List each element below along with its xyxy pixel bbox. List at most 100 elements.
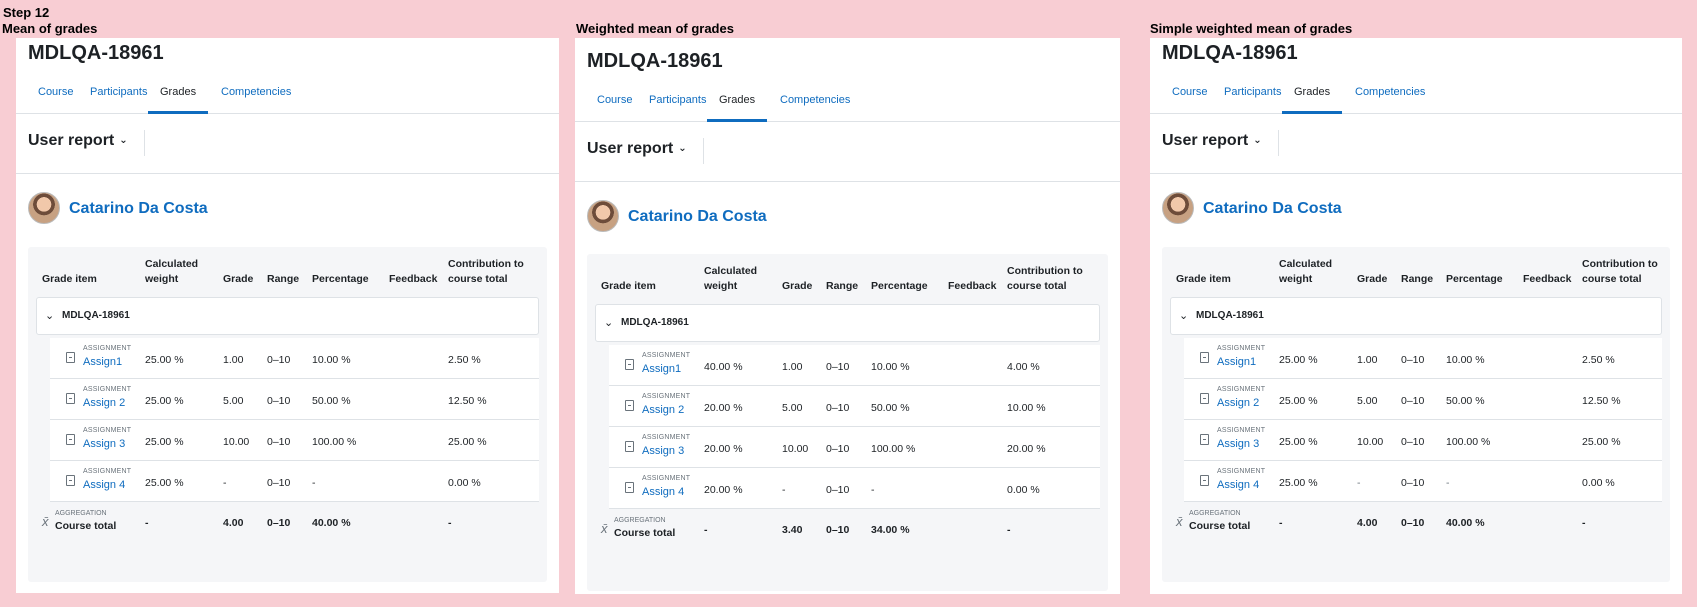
cell-weight: 25.00 %: [1279, 436, 1318, 448]
grade-item-link[interactable]: Assign 4: [1217, 479, 1259, 491]
column-header-item: Grade item: [42, 273, 97, 285]
column-header-grade: Grade: [1357, 273, 1388, 285]
grade-item-link[interactable]: Assign 2: [83, 397, 125, 409]
total-type: AGGREGATION: [55, 510, 107, 517]
total-cell-percentage: 34.00 %: [871, 524, 910, 536]
total-name: Course total: [55, 520, 117, 532]
grade-item-link[interactable]: Assign 4: [83, 479, 125, 491]
grade-item-link[interactable]: Assign 2: [642, 404, 684, 416]
tab-grades[interactable]: Grades: [1282, 78, 1343, 114]
table-row: ASSIGNMENT Assign1 40.00 % 1.00 0–10 10.00 % 4…: [609, 345, 1100, 386]
course-total-row: x̄ AGGREGATION Course total - 3.40 0–10 34.00 …: [595, 509, 1100, 547]
table-row: ASSIGNMENT Assign 3 25.00 % 10.00 0–10 100.00…: [50, 420, 539, 461]
cell-contribution: 0.00 %: [448, 477, 481, 489]
panel-heading: Weighted mean of grades: [576, 21, 734, 36]
tab-course[interactable]: Course: [585, 86, 644, 122]
course-total-row: x̄ AGGREGATION Course total - 4.00 0–10 40.00 …: [1170, 502, 1662, 540]
total-cell-grade: 3.40: [782, 524, 803, 536]
grade-item-link[interactable]: Assign 3: [1217, 438, 1259, 450]
report-select-label: User report: [587, 140, 674, 157]
chevron-down-icon[interactable]: ⌄: [1179, 309, 1188, 322]
category-name: MDLQA-18961: [62, 310, 130, 321]
tab-competencies[interactable]: Competencies: [1343, 78, 1437, 114]
cell-contribution: 0.00 %: [1007, 484, 1040, 496]
assignment-icon: [625, 482, 634, 493]
grade-item-link[interactable]: Assign 3: [83, 438, 125, 450]
total-name: Course total: [614, 527, 676, 539]
total-cell-weight: -: [1279, 517, 1283, 529]
cell-grade: 10.00: [223, 436, 250, 448]
tab-grades[interactable]: Grades: [707, 86, 768, 122]
item-type: ASSIGNMENT: [1217, 427, 1266, 434]
chevron-down-icon: ⌄: [678, 143, 687, 154]
cell-range: 0–10: [267, 477, 291, 489]
total-cell-contribution: -: [448, 517, 452, 529]
item-type: ASSIGNMENT: [83, 345, 132, 352]
user-name-link[interactable]: Catarino Da Costa: [1203, 200, 1342, 218]
cell-weight: 40.00 %: [704, 361, 743, 373]
report-selector-bar: User report ⌄: [16, 114, 559, 174]
cell-grade: 5.00: [782, 402, 803, 414]
table-row: ASSIGNMENT Assign 2 20.00 % 5.00 0–10 50.00 %…: [609, 386, 1100, 427]
column-header-range: Range: [826, 280, 859, 292]
cell-range: 0–10: [267, 436, 291, 448]
avatar[interactable]: [28, 192, 60, 224]
cell-range: 0–10: [826, 443, 850, 455]
grade-item-link[interactable]: Assign 3: [642, 445, 684, 457]
avatar[interactable]: [1162, 192, 1194, 224]
total-type: AGGREGATION: [1189, 510, 1241, 517]
user-name-link[interactable]: Catarino Da Costa: [69, 200, 208, 218]
report-select-dropdown[interactable]: User report ⌄: [587, 140, 687, 158]
total-cell-contribution: -: [1007, 524, 1011, 536]
grade-item-link[interactable]: Assign1: [1217, 356, 1256, 368]
cell-percentage: 10.00 %: [1446, 354, 1485, 366]
cell-weight: 25.00 %: [145, 477, 184, 489]
tab-grades[interactable]: Grades: [148, 78, 209, 114]
cell-percentage: 10.00 %: [312, 354, 351, 366]
course-total-row: x̄ AGGREGATION Course total - 4.00 0–10 40.00 …: [36, 502, 539, 540]
assignment-icon: [625, 400, 634, 411]
assignment-icon: [66, 352, 75, 363]
tab-competencies[interactable]: Competencies: [768, 86, 862, 122]
avatar[interactable]: [587, 200, 619, 232]
report-select-dropdown[interactable]: User report ⌄: [28, 132, 128, 150]
category-row: ⌄ MDLQA-18961: [36, 297, 539, 335]
cell-percentage: 50.00 %: [1446, 395, 1485, 407]
user-grade-table: Grade item Calculated weight Grade Range Per…: [1162, 247, 1670, 582]
cell-grade: 1.00: [1357, 354, 1378, 366]
divider: [1278, 130, 1279, 156]
user-grade-table: Grade item Calculated weight Grade Range Per…: [28, 247, 547, 582]
grade-item-link[interactable]: Assign 2: [1217, 397, 1259, 409]
cell-weight: 25.00 %: [145, 436, 184, 448]
column-header-grade: Grade: [782, 280, 813, 292]
tab-competencies[interactable]: Competencies: [209, 78, 303, 114]
column-header-contribution: Contribution to course total: [448, 258, 524, 285]
grade-item-link[interactable]: Assign1: [83, 356, 122, 368]
user-name-link[interactable]: Catarino Da Costa: [628, 208, 767, 226]
assignment-icon: [66, 475, 75, 486]
report-select-dropdown[interactable]: User report ⌄: [1162, 132, 1262, 150]
column-header-range: Range: [267, 273, 300, 285]
chevron-down-icon[interactable]: ⌄: [45, 309, 54, 322]
column-header-percentage: Percentage: [312, 273, 369, 285]
column-header-feedback: Feedback: [948, 280, 997, 292]
chevron-down-icon[interactable]: ⌄: [604, 316, 613, 329]
tab-course[interactable]: Course: [1160, 78, 1219, 114]
cell-range: 0–10: [267, 395, 291, 407]
table-row: ASSIGNMENT Assign 2 25.00 % 5.00 0–10 50.00 %…: [50, 379, 539, 420]
cell-weight: 20.00 %: [704, 402, 743, 414]
column-header-item: Grade item: [1176, 273, 1231, 285]
cell-range: 0–10: [826, 402, 850, 414]
assignment-icon: [66, 434, 75, 445]
grade-item-link[interactable]: Assign1: [642, 363, 681, 375]
grade-item-link[interactable]: Assign 4: [642, 486, 684, 498]
column-header-item: Grade item: [601, 280, 656, 292]
cell-weight: 25.00 %: [145, 395, 184, 407]
step-title: Step 12: [3, 5, 50, 20]
cell-weight: 25.00 %: [1279, 477, 1318, 489]
tab-course[interactable]: Course: [26, 78, 85, 114]
cell-grade: 1.00: [782, 361, 803, 373]
cell-grade: 10.00: [1357, 436, 1384, 448]
assignment-icon: [1200, 434, 1209, 445]
report-select-label: User report: [28, 132, 115, 149]
